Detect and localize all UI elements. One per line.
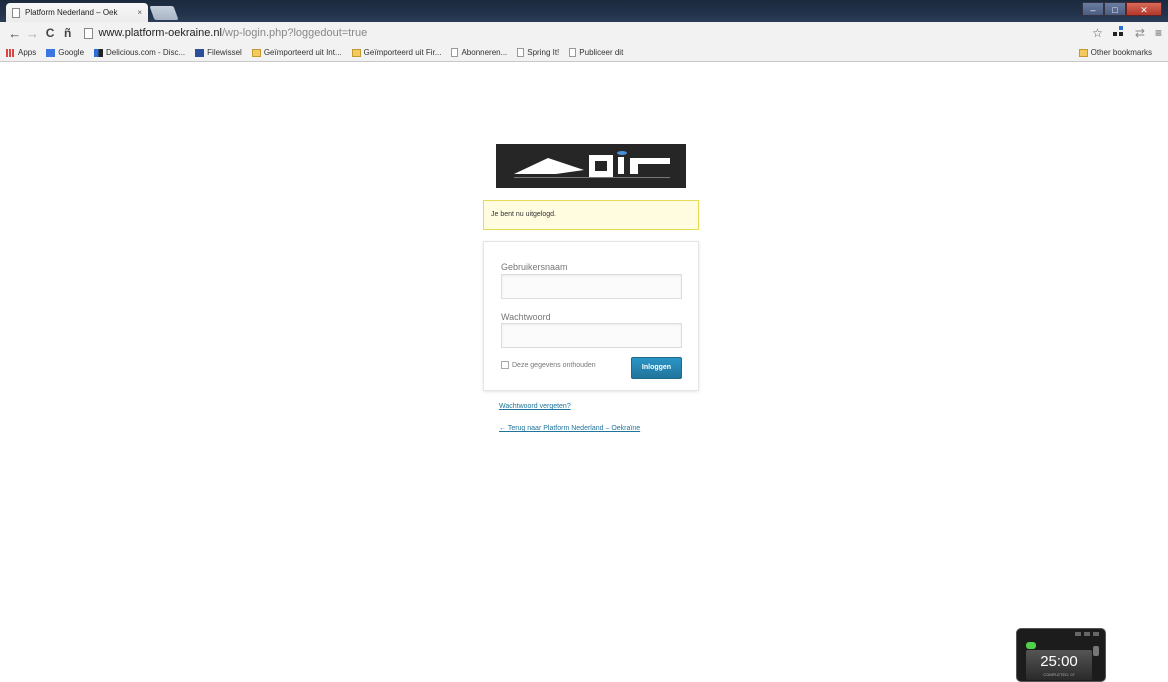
page-icon (569, 48, 577, 57)
widget-settings-icon[interactable] (1084, 632, 1090, 636)
bookmark-google[interactable]: Google (46, 48, 84, 57)
remember-me[interactable]: Deze gegevens onthouden (501, 361, 596, 369)
folder-icon (1078, 48, 1088, 57)
back-button[interactable]: ← (6, 26, 24, 41)
folder-icon (251, 48, 261, 57)
browser-toolbar: ← → C ñ www.platform-oekraine.nl /wp-log… (0, 22, 1168, 44)
timer-completed: COMPLETED: 07 (1043, 672, 1075, 677)
bookmark-folder-fir[interactable]: Geïmporteerd uit Fir... (351, 48, 441, 57)
bookmark-apps[interactable]: Apps (6, 48, 36, 57)
bookmark-star-icon[interactable]: ☆ (1092, 26, 1103, 40)
page-icon (84, 27, 94, 39)
other-bookmarks[interactable]: Other bookmarks (1078, 48, 1152, 57)
bookmark-publiceer-dit[interactable]: Publiceer dit (569, 48, 623, 57)
password-input[interactable] (501, 323, 682, 348)
toolbar-right: ☆ ⇄ ≡ (1092, 26, 1162, 40)
site-logo[interactable] (496, 144, 686, 188)
page-icon (12, 7, 20, 18)
extension-icon[interactable]: ⇄ (1135, 26, 1145, 40)
timer-display: 25:00 COMPLETED: 07 (1026, 650, 1092, 680)
status-light-icon (1026, 642, 1036, 649)
folder-icon (351, 48, 361, 57)
url-path: /wp-login.php?loggedout=true (221, 27, 368, 39)
reload-button[interactable]: C (41, 26, 59, 40)
logout-notice: Je bent nu uitgelogd. (483, 200, 699, 230)
pomodoro-timer-widget[interactable]: 25:00 COMPLETED: 07 (1016, 628, 1106, 682)
bookmark-folder-int[interactable]: Geïmporteerd uit Int... (251, 48, 342, 57)
login-button[interactable]: Inloggen (631, 357, 682, 379)
maximize-icon[interactable]: □ (1104, 2, 1126, 16)
forward-button[interactable]: → (24, 26, 42, 41)
widget-controls (1075, 632, 1099, 636)
browser-tab[interactable]: Platform Nederland – Oek × (6, 3, 148, 22)
tab-title: Platform Nederland – Oek (25, 8, 118, 17)
delicious-icon (94, 48, 104, 57)
lost-password-link[interactable]: Wachtwoord vergeten? (499, 403, 571, 410)
login-form: Gebruikersnaam Wachtwoord Deze gegevens … (483, 241, 699, 391)
remember-checkbox[interactable] (501, 361, 509, 369)
remember-label: Deze gegevens onthouden (512, 361, 596, 369)
bookmark-abonneren[interactable]: Abonneren... (451, 48, 507, 57)
filewissel-icon (195, 48, 205, 57)
chrome-menu-icon[interactable]: ≡ (1155, 26, 1162, 40)
page-icon (517, 48, 525, 57)
minimize-icon[interactable]: – (1082, 2, 1104, 16)
close-tab-icon[interactable]: × (137, 8, 142, 17)
google-icon (46, 48, 56, 57)
new-tab-button[interactable] (149, 6, 179, 20)
timer-time: 25:00 (1040, 653, 1078, 670)
address-bar[interactable]: www.platform-oekraine.nl /wp-login.php?l… (84, 24, 1092, 42)
title-bar: Platform Nederland – Oek × – □ ✕ (0, 0, 1168, 22)
widget-minimize-icon[interactable] (1075, 632, 1081, 636)
widget-close-icon[interactable] (1093, 632, 1099, 636)
username-input[interactable] (501, 274, 682, 299)
timer-knob-icon[interactable] (1093, 646, 1099, 656)
close-window-icon[interactable]: ✕ (1126, 2, 1162, 16)
bookmark-spring-it[interactable]: Spring It! (517, 48, 559, 57)
bookmarks-bar: Apps Google Delicious.com - Disc... File… (0, 44, 1168, 62)
password-label: Wachtwoord (501, 312, 551, 322)
logo-mark-icon (514, 151, 670, 178)
window-controls: – □ ✕ (1082, 2, 1162, 16)
delicious-extension-icon[interactable] (1112, 26, 1125, 38)
home-button[interactable]: ñ (59, 26, 77, 40)
username-label: Gebruikersnaam (501, 262, 568, 272)
bookmark-delicious[interactable]: Delicious.com - Disc... (94, 48, 185, 57)
bookmark-filewissel[interactable]: Filewissel (195, 48, 242, 57)
url-host: www.platform-oekraine.nl (98, 27, 222, 39)
page-icon (451, 48, 459, 57)
apps-icon (6, 48, 15, 57)
back-to-blog-link[interactable]: ← Terug naar Platform Nederland – Oekraï… (499, 425, 640, 432)
